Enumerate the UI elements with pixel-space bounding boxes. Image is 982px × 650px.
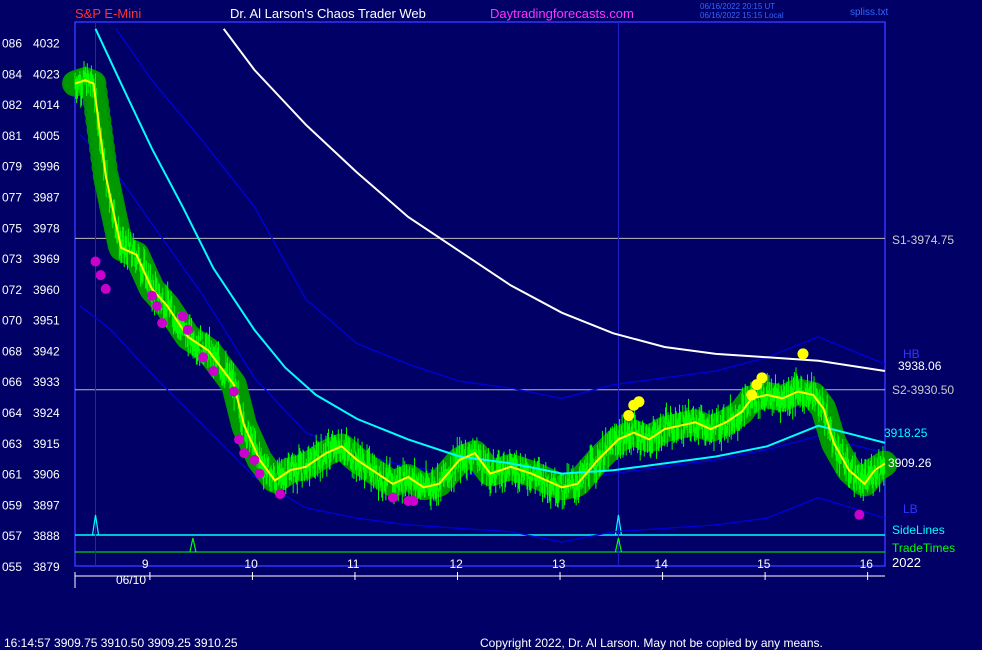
- chart-canvas: 086 4032 084 4023 082 4014 081 4005 079 3996 077 39…: [2, 2, 955, 650]
- glow-layer: [62, 67, 898, 501]
- y-tick-price-7: 3969: [33, 252, 60, 266]
- trade-times-label: TradeTimes: [892, 541, 955, 555]
- magenta-dot: [157, 318, 168, 329]
- y-tick-code-5: 077: [2, 190, 22, 204]
- magenta-dot: [387, 492, 398, 503]
- y-tick-price-6: 3978: [33, 221, 60, 235]
- y-tick-price-5: 3987: [33, 190, 60, 204]
- x-tick-label-2: 11: [347, 557, 360, 571]
- y-tick-code-16: 057: [2, 529, 22, 543]
- y-tick-code-10: 068: [2, 344, 22, 358]
- magenta-dot: [177, 311, 188, 322]
- magenta-dot: [228, 386, 239, 397]
- magenta-dot: [208, 365, 219, 376]
- channel-hb: [115, 28, 886, 400]
- y-tick-code-6: 075: [2, 221, 22, 235]
- copyright: Copyright 2022, Dr. Al Larson. May not b…: [480, 636, 823, 650]
- y-tick-price-12: 3924: [33, 406, 60, 420]
- magenta-dot: [182, 324, 193, 335]
- plot-border: [74, 21, 886, 567]
- y-tick-code-11: 066: [2, 375, 22, 389]
- yellow-dot: [797, 348, 809, 360]
- last-bar-readout: 16:14:57 3909.75 3910.50 3909.25 3910.25: [4, 636, 238, 650]
- y-tick-price-9: 3951: [33, 314, 60, 328]
- x-tick-label-3: 12: [449, 557, 463, 571]
- site-title: Dr. Al Larson's Chaos Trader Web: [230, 6, 426, 21]
- y-tick-code-2: 082: [2, 98, 22, 112]
- magenta-dot: [100, 283, 111, 294]
- yellow-ma-value: 3909.26: [888, 456, 932, 470]
- lb-label: LB: [903, 502, 918, 516]
- y-tick-price-17: 3879: [33, 560, 60, 574]
- local-time: 06/16/2022 15:15 Local: [700, 11, 784, 20]
- y-tick-code-12: 064: [2, 406, 22, 420]
- y-tick-code-3: 081: [2, 129, 22, 143]
- x-tick-label-7: 16: [860, 557, 874, 571]
- y-tick-price-1: 4023: [33, 67, 60, 81]
- y-tick-code-8: 072: [2, 283, 22, 297]
- white-ma-value: 3938.06: [898, 359, 942, 373]
- y-tick-code-13: 063: [2, 437, 22, 451]
- y-tick-code-0: 086: [2, 37, 22, 51]
- y-tick-price-2: 4014: [33, 98, 60, 112]
- ma-line-3909-26: [74, 79, 886, 489]
- magenta-dot: [234, 434, 245, 445]
- magenta-dot: [95, 270, 106, 281]
- year-label: 2022: [892, 555, 921, 570]
- grid-layer: [75, 22, 885, 566]
- magenta-dot: [239, 448, 250, 459]
- magenta-dot: [90, 256, 101, 267]
- y-tick-price-8: 3960: [33, 283, 60, 297]
- y-tick-price-3: 4005: [33, 129, 60, 143]
- y-tick-code-9: 070: [2, 314, 22, 328]
- y-tick-code-14: 061: [2, 468, 22, 482]
- s2-level-label: S2-3930.50: [892, 383, 954, 397]
- y-tick-price-14: 3906: [33, 468, 60, 482]
- magenta-dot: [854, 509, 865, 520]
- x-tick-label-1: 10: [244, 557, 258, 571]
- x-tick-label-0: 9: [142, 557, 149, 571]
- month-label: 06/10: [116, 573, 146, 587]
- cyan-ma-value: 3918.25: [884, 426, 928, 440]
- channel-mid: [79, 134, 886, 482]
- yellow-dot: [623, 409, 635, 421]
- magenta-dot: [198, 352, 209, 363]
- y-tick-price-11: 3933: [33, 375, 60, 389]
- utc-time: 06/16/2022 20:15 UT: [700, 2, 775, 11]
- y-tick-price-4: 3996: [33, 160, 60, 174]
- s1-level-label: S1-3974.75: [892, 233, 954, 247]
- plot-frame: [74, 21, 886, 567]
- axes-layer: 086 4032 084 4023 082 4014 081 4005 079 3996 077 39…: [2, 37, 885, 588]
- file-name: spliss.txt: [850, 7, 889, 18]
- x-tick-label-4: 13: [552, 557, 566, 571]
- ma-line-3938-06: [222, 28, 886, 372]
- instrument-title: S&P E-Mini: [75, 6, 141, 21]
- magenta-dot: [408, 495, 419, 506]
- side-lines-label: SideLines: [892, 523, 945, 537]
- trade-time-spike-1: [189, 537, 197, 553]
- y-tick-code-7: 073: [2, 252, 22, 266]
- magenta-dot: [249, 454, 260, 465]
- y-tick-code-17: 055: [2, 560, 22, 574]
- y-tick-code-4: 079: [2, 160, 22, 174]
- y-tick-price-10: 3942: [33, 344, 60, 358]
- yellow-dot: [633, 396, 645, 408]
- y-tick-price-15: 3897: [33, 498, 60, 512]
- magenta-dot: [146, 290, 157, 301]
- site-url[interactable]: Daytradingforecasts.com: [490, 6, 634, 21]
- yellow-dot: [746, 389, 758, 401]
- x-tick-label-5: 14: [655, 557, 669, 571]
- magenta-dot: [254, 468, 265, 479]
- y-tick-price-13: 3915: [33, 437, 60, 451]
- y-tick-price-16: 3888: [33, 529, 60, 543]
- magenta-dot: [275, 489, 286, 500]
- x-tick-label-6: 15: [757, 557, 771, 571]
- y-tick-code-15: 059: [2, 498, 22, 512]
- y-tick-code-1: 084: [2, 67, 22, 81]
- yellow-dot: [756, 372, 768, 384]
- y-tick-price-0: 4032: [33, 37, 60, 51]
- hb-label: HB: [903, 347, 920, 361]
- magenta-dot: [152, 300, 163, 311]
